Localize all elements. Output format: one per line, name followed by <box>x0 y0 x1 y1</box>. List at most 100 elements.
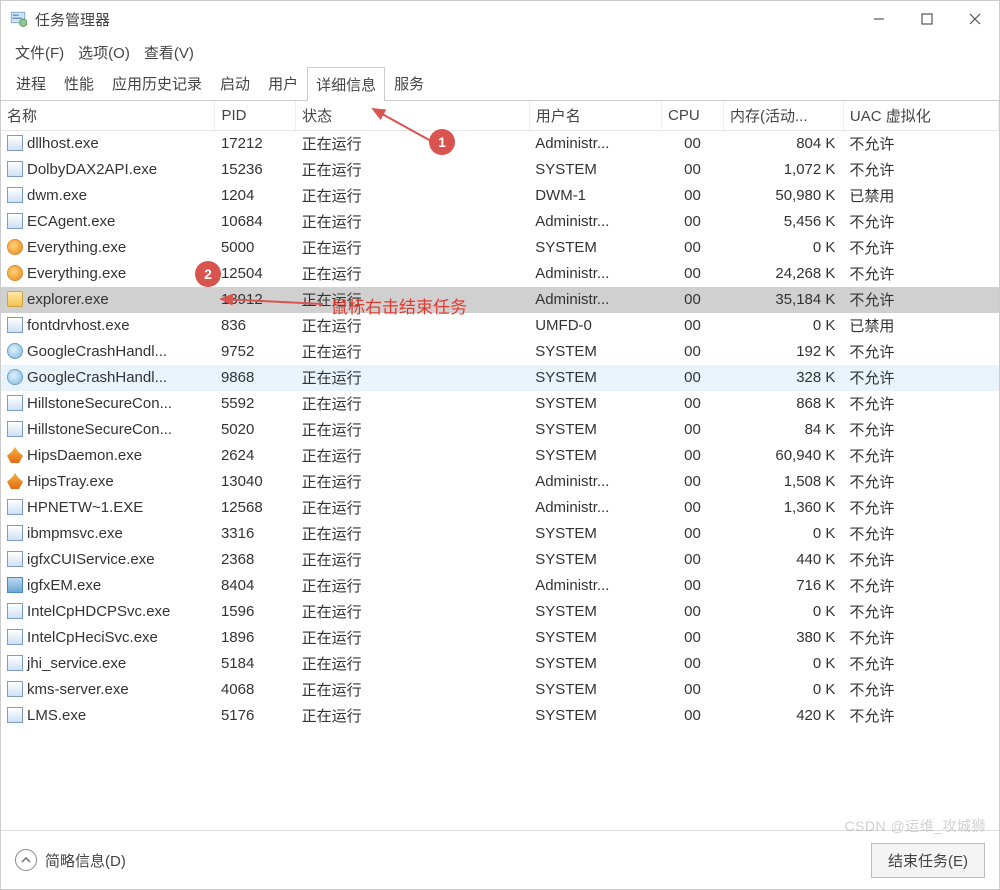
cell-user: SYSTEM <box>529 391 661 417</box>
process-table-scroll[interactable]: 名称 PID 状态 用户名 CPU 内存(活动... UAC 虚拟化 dllho… <box>1 101 999 830</box>
process-icon <box>7 681 23 697</box>
table-row[interactable]: HillstoneSecureCon...5592正在运行SYSTEM00868… <box>1 391 999 417</box>
cell-cpu: 00 <box>662 391 724 417</box>
table-row[interactable]: kms-server.exe4068正在运行SYSTEM000 K不允许 <box>1 677 999 703</box>
table-row[interactable]: LMS.exe5176正在运行SYSTEM00420 K不允许 <box>1 703 999 729</box>
cell-status: 正在运行 <box>296 157 530 183</box>
cell-status: 正在运行 <box>296 261 530 287</box>
minimize-button[interactable] <box>855 1 903 37</box>
table-row[interactable]: HillstoneSecureCon...5020正在运行SYSTEM0084 … <box>1 417 999 443</box>
cell-cpu: 00 <box>662 417 724 443</box>
cell-pid: 836 <box>215 313 296 339</box>
cell-user: SYSTEM <box>529 339 661 365</box>
process-table: 名称 PID 状态 用户名 CPU 内存(活动... UAC 虚拟化 dllho… <box>1 101 999 729</box>
table-row[interactable]: dllhost.exe17212正在运行Administr...00804 K不… <box>1 131 999 157</box>
cell-user: Administr... <box>529 131 661 157</box>
table-row[interactable]: fontdrvhost.exe836正在运行UMFD-0000 K已禁用 <box>1 313 999 339</box>
table-row[interactable]: HipsTray.exe13040正在运行Administr...001,508… <box>1 469 999 495</box>
col-uac[interactable]: UAC 虚拟化 <box>843 101 998 131</box>
task-manager-window: 任务管理器 文件(F) 选项(O) 查看(V) 进程 性能 应用历史记录 启动 … <box>0 0 1000 890</box>
table-row[interactable]: dwm.exe1204正在运行DWM-10050,980 K已禁用 <box>1 183 999 209</box>
tab-performance[interactable]: 性能 <box>55 66 103 100</box>
col-status[interactable]: 状态 <box>296 101 530 131</box>
menu-file[interactable]: 文件(F) <box>11 40 68 65</box>
cell-uac: 已禁用 <box>843 313 998 339</box>
column-headers: 名称 PID 状态 用户名 CPU 内存(活动... UAC 虚拟化 <box>1 101 999 131</box>
col-pid[interactable]: PID <box>215 101 296 131</box>
cell-user: SYSTEM <box>529 235 661 261</box>
close-button[interactable] <box>951 1 999 37</box>
table-row[interactable]: Everything.exe5000正在运行SYSTEM000 K不允许 <box>1 235 999 261</box>
menu-options[interactable]: 选项(O) <box>74 40 134 65</box>
cell-user: Administr... <box>529 209 661 235</box>
cell-cpu: 00 <box>662 365 724 391</box>
cell-uac: 不允许 <box>843 469 998 495</box>
cell-name: kms-server.exe <box>1 677 215 703</box>
tab-app-history[interactable]: 应用历史记录 <box>103 66 211 100</box>
process-icon <box>7 291 23 307</box>
col-cpu[interactable]: CPU <box>662 101 724 131</box>
cell-pid: 5184 <box>215 651 296 677</box>
tab-startup[interactable]: 启动 <box>211 66 259 100</box>
table-row[interactable]: HipsDaemon.exe2624正在运行SYSTEM0060,940 K不允… <box>1 443 999 469</box>
cell-pid: 3316 <box>215 521 296 547</box>
cell-user: Administr... <box>529 287 661 313</box>
table-row[interactable]: GoogleCrashHandl...9868正在运行SYSTEM00328 K… <box>1 365 999 391</box>
table-row[interactable]: IntelCpHeciSvc.exe1896正在运行SYSTEM00380 K不… <box>1 625 999 651</box>
cell-name: GoogleCrashHandl... <box>1 365 215 391</box>
table-row[interactable]: ECAgent.exe10684正在运行Administr...005,456 … <box>1 209 999 235</box>
menubar: 文件(F) 选项(O) 查看(V) <box>1 37 999 67</box>
cell-mem: 24,268 K <box>724 261 844 287</box>
table-row[interactable]: GoogleCrashHandl...9752正在运行SYSTEM00192 K… <box>1 339 999 365</box>
cell-name: IntelCpHeciSvc.exe <box>1 625 215 651</box>
cell-user: Administr... <box>529 495 661 521</box>
table-row[interactable]: IntelCpHDCPSvc.exe1596正在运行SYSTEM000 K不允许 <box>1 599 999 625</box>
cell-pid: 9752 <box>215 339 296 365</box>
maximize-button[interactable] <box>903 1 951 37</box>
cell-mem: 420 K <box>724 703 844 729</box>
cell-cpu: 00 <box>662 651 724 677</box>
cell-status: 正在运行 <box>296 209 530 235</box>
cell-cpu: 00 <box>662 495 724 521</box>
cell-uac: 不允许 <box>843 417 998 443</box>
cell-name: Everything.exe <box>1 235 215 261</box>
cell-mem: 0 K <box>724 235 844 261</box>
col-mem[interactable]: 内存(活动... <box>724 101 844 131</box>
tab-processes[interactable]: 进程 <box>7 66 55 100</box>
cell-uac: 不允许 <box>843 157 998 183</box>
process-icon <box>7 655 23 671</box>
table-row[interactable]: igfxEM.exe8404正在运行Administr...00716 K不允许 <box>1 573 999 599</box>
cell-cpu: 00 <box>662 339 724 365</box>
titlebar: 任务管理器 <box>1 1 999 37</box>
cell-uac: 不允许 <box>843 443 998 469</box>
process-icon <box>7 421 23 437</box>
cell-cpu: 00 <box>662 677 724 703</box>
cell-name: HPNETW~1.EXE <box>1 495 215 521</box>
cell-mem: 380 K <box>724 625 844 651</box>
cell-pid: 17212 <box>215 131 296 157</box>
tab-details[interactable]: 详细信息 <box>307 67 385 101</box>
cell-status: 正在运行 <box>296 625 530 651</box>
table-row[interactable]: Everything.exe12504正在运行Administr...0024,… <box>1 261 999 287</box>
table-row[interactable]: jhi_service.exe5184正在运行SYSTEM000 K不允许 <box>1 651 999 677</box>
col-user[interactable]: 用户名 <box>529 101 661 131</box>
menu-view[interactable]: 查看(V) <box>140 40 198 65</box>
process-icon <box>7 499 23 515</box>
tab-users[interactable]: 用户 <box>259 66 307 100</box>
cell-name: HipsDaemon.exe <box>1 443 215 469</box>
col-name[interactable]: 名称 <box>1 101 215 131</box>
cell-uac: 不允许 <box>843 573 998 599</box>
table-row[interactable]: HPNETW~1.EXE12568正在运行Administr...001,360… <box>1 495 999 521</box>
table-row[interactable]: ibmpmsvc.exe3316正在运行SYSTEM000 K不允许 <box>1 521 999 547</box>
cell-mem: 5,456 K <box>724 209 844 235</box>
cell-uac: 不允许 <box>843 339 998 365</box>
table-row[interactable]: explorer.exe18912正在运行Administr...0035,18… <box>1 287 999 313</box>
table-row[interactable]: DolbyDAX2API.exe15236正在运行SYSTEM001,072 K… <box>1 157 999 183</box>
end-task-button[interactable]: 结束任务(E) <box>871 843 985 878</box>
process-icon <box>7 343 23 359</box>
cell-mem: 1,360 K <box>724 495 844 521</box>
table-row[interactable]: igfxCUIService.exe2368正在运行SYSTEM00440 K不… <box>1 547 999 573</box>
fewer-details-button[interactable]: 简略信息(D) <box>15 849 126 871</box>
cell-status: 正在运行 <box>296 599 530 625</box>
tab-services[interactable]: 服务 <box>385 66 433 100</box>
